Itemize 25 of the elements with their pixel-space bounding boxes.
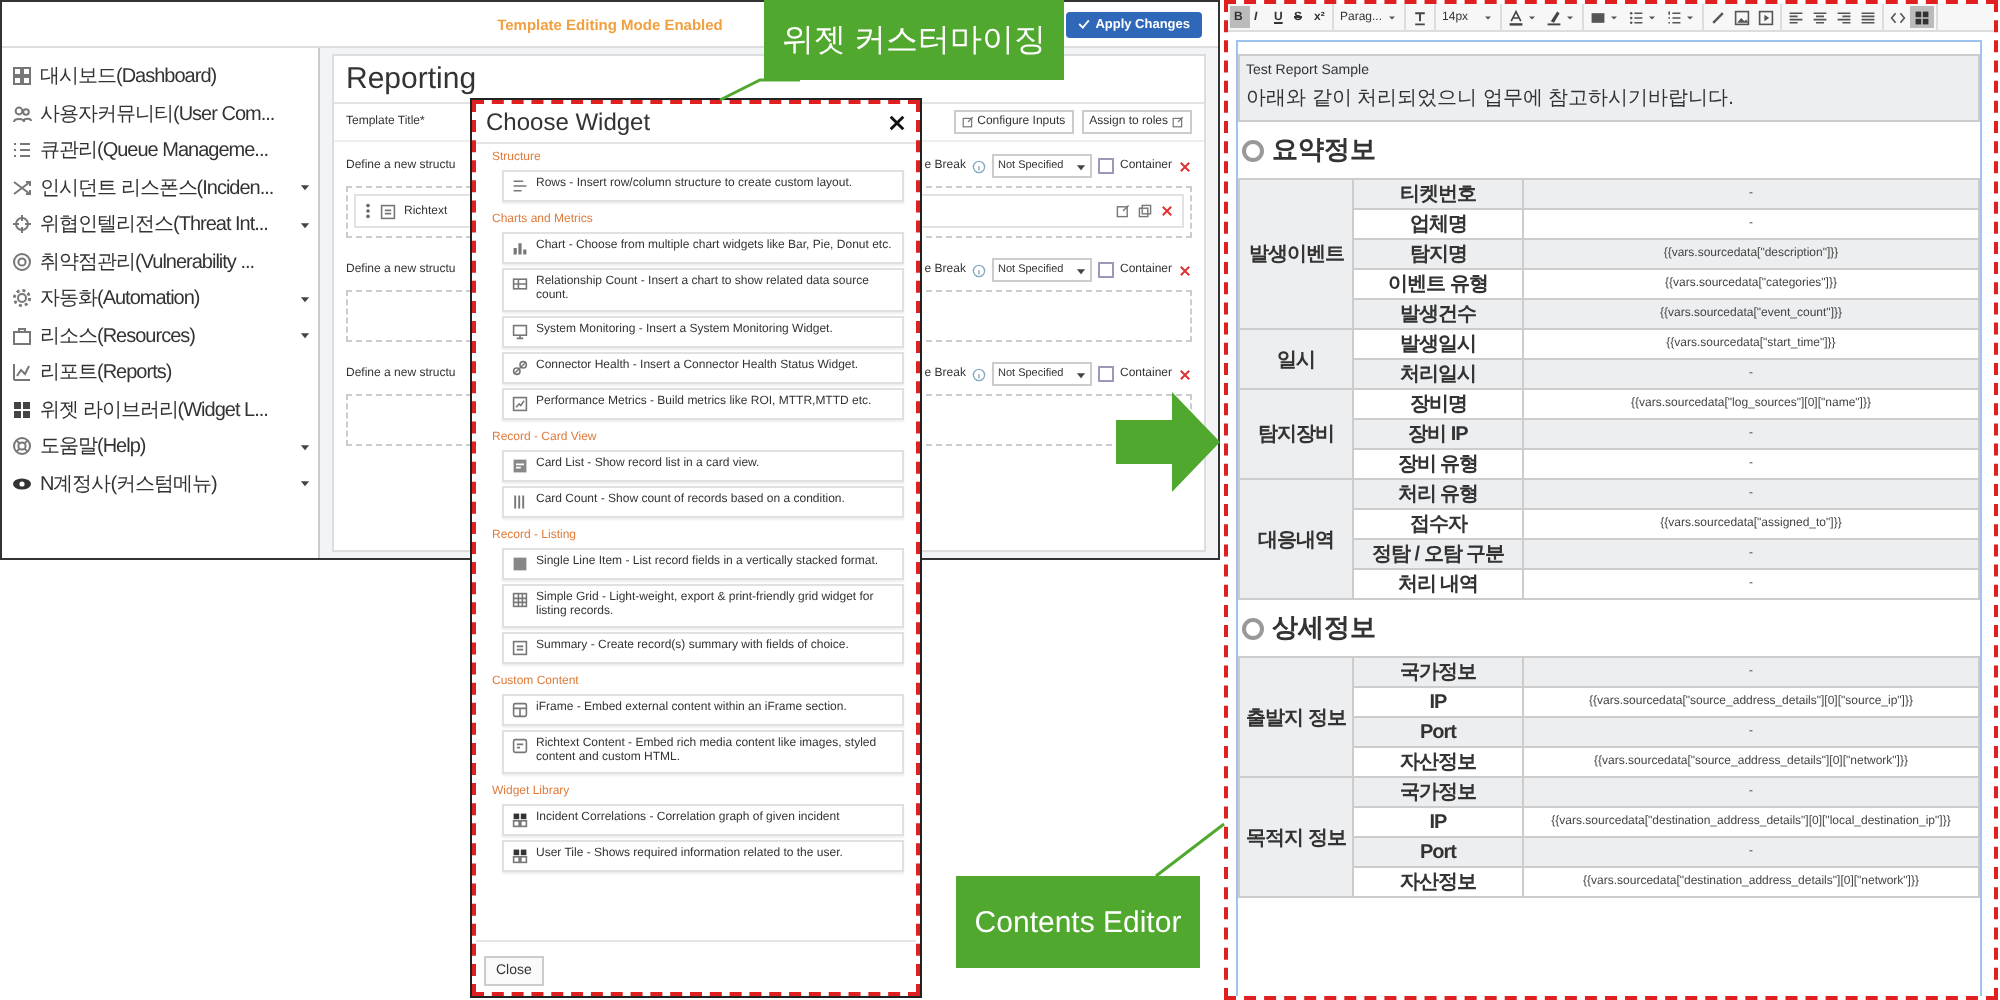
table-cell: 대응내역 [1239,479,1353,599]
table-cell: 국가정보 [1353,777,1523,807]
table-cell: 정탐 / 오탐 구분 [1353,539,1523,569]
section-heading: 상세정보 [1272,610,1376,646]
table-cell: 처리 유형 [1353,479,1523,509]
table-cell: 탐지명 [1353,239,1523,269]
table-cell: 탐지장비 [1239,389,1353,479]
table-cell: 발생건수 [1353,299,1523,329]
table-cell: 국가정보 [1353,657,1523,687]
table-cell: Port [1353,717,1523,747]
table-cell: 장비 IP [1353,419,1523,449]
table-cell: 목적지 정보 [1239,777,1353,897]
table-cell: 발생이벤트 [1239,179,1353,329]
intro-text: 아래와 같이 처리되었으니 업무에 참고하시기바랍니다. [1246,86,1736,112]
table-cell: 티켓번호 [1353,179,1523,209]
callout: 위젯 커스터마이징 [764,0,1064,80]
table-cell: Port [1353,837,1523,867]
table-cell: 일시 [1239,329,1353,389]
table-cell: 출발지 정보 [1239,657,1353,777]
section-heading: 요약정보 [1272,132,1376,168]
dialog-title: Choose Widget [486,108,653,136]
callout: Contents Editor [956,876,1200,968]
table-cell: 처리 내역 [1353,569,1523,599]
table-cell: 처리일시 [1353,359,1523,389]
table-cell: 자산정보 [1353,867,1523,897]
